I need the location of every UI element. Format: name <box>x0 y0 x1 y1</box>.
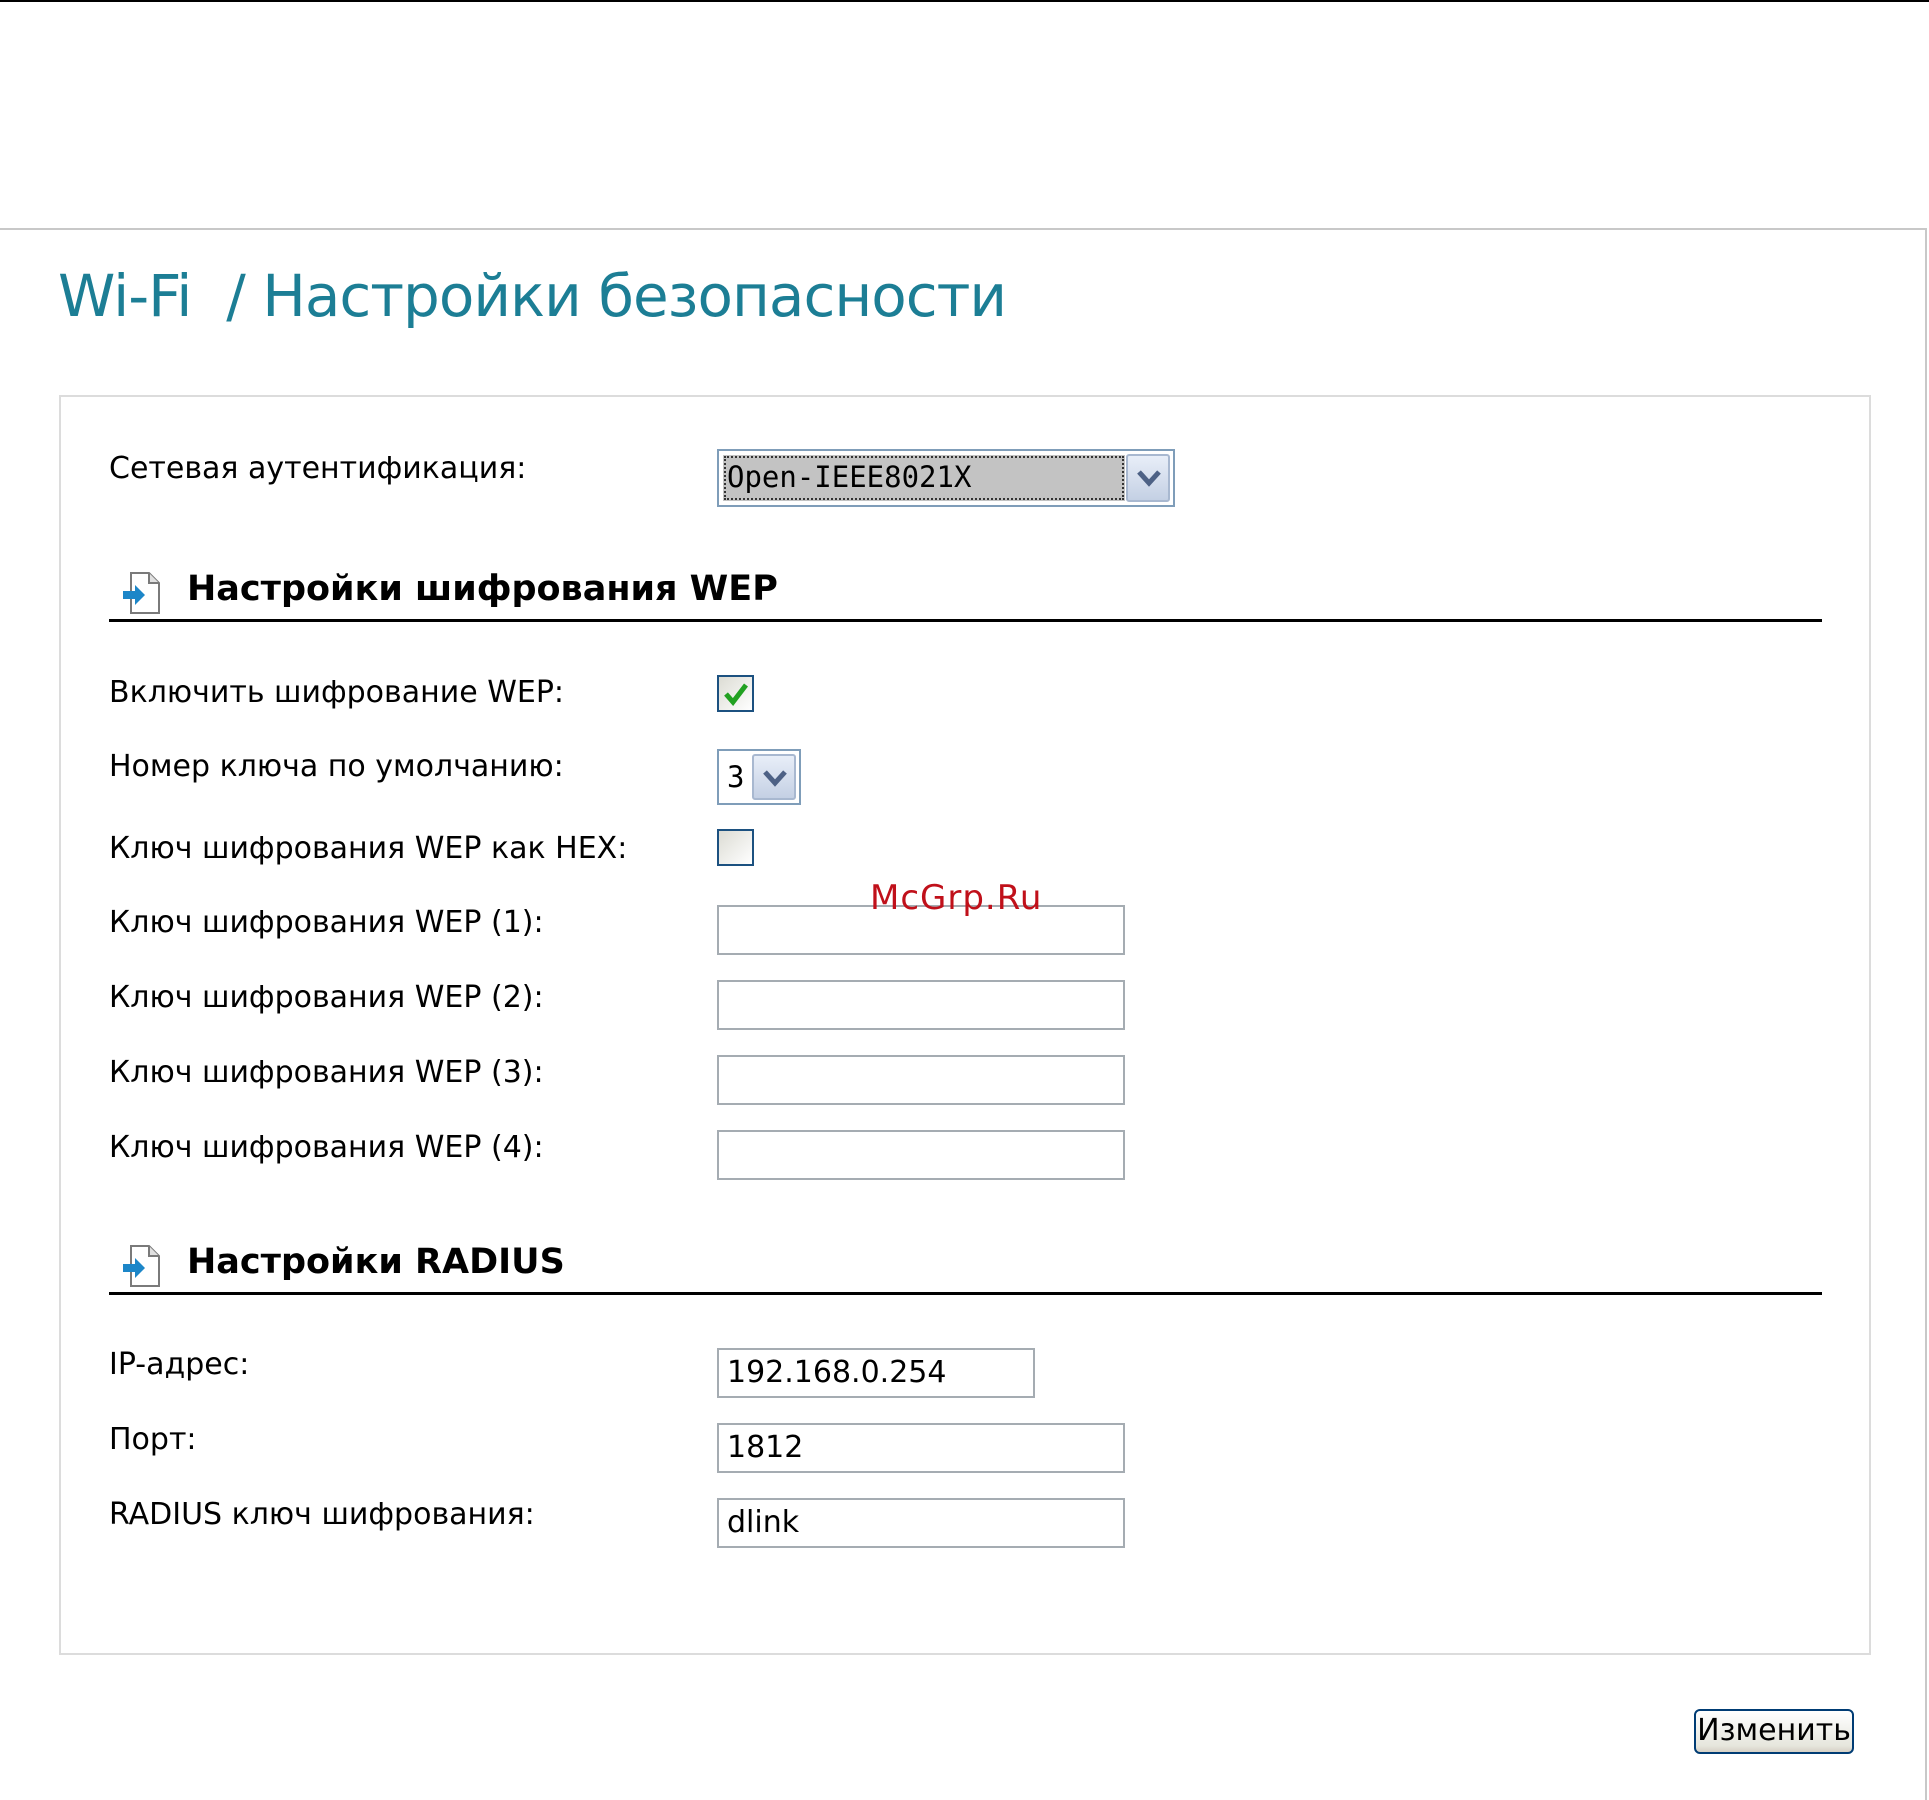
wep-key-3-label: Ключ шифрования WEP (3): <box>109 1055 544 1090</box>
radius-port-label: Порт: <box>109 1422 197 1457</box>
radius-key-label: RADIUS ключ шифрования: <box>109 1497 535 1532</box>
wep-section-header: Настройки шифрования WEP <box>109 565 1822 622</box>
default-key-label: Номер ключа по умолчанию: <box>109 749 564 784</box>
default-key-select[interactable]: 3 <box>717 749 801 805</box>
chevron-down-icon[interactable] <box>1126 454 1170 502</box>
wep-enable-checkbox[interactable] <box>717 675 754 712</box>
radius-section-title: Настройки RADIUS <box>187 1242 565 1282</box>
top-rule <box>0 0 1929 2</box>
watermark: McGrp.Ru <box>870 878 1043 918</box>
radius-ip-input[interactable]: 192.168.0.254 <box>717 1348 1035 1398</box>
wep-hex-checkbox[interactable] <box>717 829 754 866</box>
wep-key-4-label: Ключ шифрования WEP (4): <box>109 1130 544 1165</box>
wep-key-2-input[interactable] <box>717 980 1125 1030</box>
settings-panel: Сетевая аутентификация: Open-IEEE8021X Н… <box>59 395 1871 1655</box>
apply-button[interactable]: Изменить <box>1694 1709 1854 1754</box>
document-arrow-icon <box>123 572 160 614</box>
radius-ip-label: IP-адрес: <box>109 1347 250 1382</box>
document-arrow-icon <box>123 1245 160 1287</box>
wep-key-4-input[interactable] <box>717 1130 1125 1180</box>
wep-enable-label: Включить шифрование WEP: <box>109 675 565 710</box>
radius-section-header: Настройки RADIUS <box>109 1238 1822 1295</box>
wep-hex-label: Ключ шифрования WEP как HEX: <box>109 831 628 866</box>
chevron-down-icon[interactable] <box>752 754 796 800</box>
check-icon <box>724 683 748 706</box>
auth-select-value: Open-IEEE8021X <box>723 455 1125 501</box>
wep-key-1-label: Ключ шифрования WEP (1): <box>109 905 544 940</box>
page-title: Wi-Fi / Настройки безопасности <box>58 262 1007 330</box>
default-key-value: 3 <box>727 760 745 794</box>
radius-key-input[interactable]: dlink <box>717 1498 1125 1548</box>
auth-select[interactable]: Open-IEEE8021X <box>717 449 1175 507</box>
wep-key-2-label: Ключ шифрования WEP (2): <box>109 980 544 1015</box>
wep-section-title: Настройки шифрования WEP <box>187 569 778 609</box>
wep-key-3-input[interactable] <box>717 1055 1125 1105</box>
auth-label: Сетевая аутентификация: <box>109 451 527 486</box>
radius-port-input[interactable]: 1812 <box>717 1423 1125 1473</box>
